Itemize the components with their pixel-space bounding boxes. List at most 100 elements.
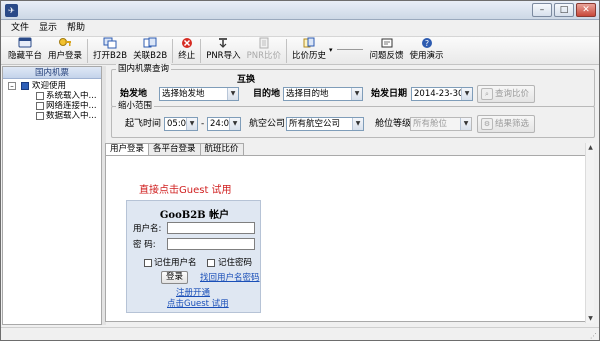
chevron-down-icon: ▼ — [352, 118, 363, 130]
query-compare-button[interactable]: ⌕ 查询比价 — [477, 85, 535, 103]
departure-time-label: 起飞时间 — [125, 119, 162, 129]
tree-root[interactable]: – 欢迎使用 — [3, 81, 101, 91]
filter-results-button[interactable]: ⚙ 结果筛选 — [477, 115, 535, 133]
hide-platform-icon — [18, 37, 32, 51]
tree-item-checkbox[interactable] — [36, 92, 44, 100]
from-label: 始发地 — [120, 89, 148, 99]
from-select[interactable]: 选择始发地 ▼ — [159, 87, 239, 101]
airline-select[interactable]: 所有航空公司 ▼ — [286, 117, 364, 131]
stop-button[interactable]: 终止 — [175, 37, 198, 64]
menu-file[interactable]: 文件 — [7, 21, 33, 36]
password-input[interactable] — [167, 238, 255, 250]
register-link[interactable]: 注册开通 — [176, 288, 210, 299]
help-demo-button[interactable]: ? 使用演示 — [407, 37, 447, 64]
toolbar-separator — [285, 39, 287, 63]
query-compare-label: 查询比价 — [495, 89, 530, 99]
app-window: ✈ – □ ✕ 文件 显示 帮助 隐藏平台 用户登录 打开B2B 关联B2B 终… — [0, 0, 600, 341]
tree-item-checkbox[interactable] — [36, 102, 44, 110]
filter-group: 缩小范围 起飞时间 05:00 ▼ - 24:00 ▼ 航空公司 所有航空公司 … — [111, 101, 595, 138]
menu-help[interactable]: 帮助 — [63, 21, 89, 36]
cabin-value: 所有舱位 — [413, 119, 448, 129]
menu-view[interactable]: 显示 — [35, 21, 61, 36]
swap-link[interactable]: 互换 — [237, 74, 255, 86]
time-to-select[interactable]: 24:00 ▼ — [207, 117, 241, 131]
cabin-select[interactable]: 所有舱位 ▼ — [410, 117, 472, 131]
main-tabs: 用户登录 各平台登录 航班比价 — [105, 143, 244, 156]
resize-grip-icon[interactable]: ⋰ — [590, 332, 597, 340]
chevron-down-icon: ▼ — [351, 88, 362, 100]
remember-pass-checkbox[interactable] — [207, 259, 215, 267]
key-icon — [58, 37, 72, 51]
date-value: 2014-23-30 — [414, 89, 464, 99]
menu-bar: 文件 显示 帮助 — [1, 21, 599, 36]
date-picker[interactable]: 2014-23-30 ▼ — [411, 87, 473, 101]
window-controls: – □ ✕ — [532, 3, 596, 17]
guest-prompt[interactable]: 直接点击Guest 试用 — [139, 181, 232, 196]
tree-item-label: 数据载入中... — [46, 111, 97, 121]
minimize-button[interactable]: – — [532, 3, 552, 17]
from-select-value: 选择始发地 — [162, 89, 205, 99]
chevron-down-icon: ▼ — [460, 118, 471, 130]
toolbar-separator — [87, 39, 89, 63]
pnr-compare-label: PNR比价 — [246, 51, 281, 61]
guest-trial-link[interactable]: 点击Guest 试用 — [167, 299, 229, 310]
close-button[interactable]: ✕ — [576, 3, 596, 17]
pnr-import-button[interactable]: PNR导入 — [203, 37, 243, 64]
tree-item[interactable]: 系统载入中... — [3, 91, 101, 101]
chevron-down-icon: ▼ — [229, 118, 240, 130]
chevron-down-icon: ▼ — [186, 118, 197, 130]
password-label: 密 码: — [133, 240, 156, 250]
stop-icon — [180, 37, 194, 51]
user-login-button[interactable]: 用户登录 — [45, 37, 85, 64]
tree-root-checkbox[interactable] — [21, 82, 29, 90]
sidebar-header[interactable]: 国内机票 — [3, 67, 101, 79]
open-b2b-button[interactable]: 打开B2B — [90, 37, 130, 64]
filter-icon: ⚙ — [481, 118, 493, 130]
chevron-down-icon[interactable]: ▾ — [329, 43, 333, 57]
feedback-label: 问题反馈 — [369, 51, 404, 61]
stop-label: 终止 — [178, 51, 196, 61]
to-label: 目的地 — [253, 89, 281, 99]
to-select[interactable]: 选择目的地 ▼ — [283, 87, 363, 101]
user-login-label: 用户登录 — [48, 51, 83, 61]
hide-platform-button[interactable]: 隐藏平台 — [5, 37, 45, 64]
compare-history-button[interactable]: 比价历史 — [289, 37, 329, 64]
toolbar-separator — [172, 39, 174, 63]
scroll-down-icon[interactable]: ▼ — [586, 314, 595, 323]
toolbar-separator — [200, 39, 202, 63]
filter-group-title: 缩小范围 — [116, 101, 155, 112]
link-b2b-button[interactable]: 关联B2B — [130, 37, 170, 64]
time-from-select[interactable]: 05:00 ▼ — [164, 117, 198, 131]
tab-flight-compare[interactable]: 航班比价 — [199, 143, 244, 155]
title-bar: ✈ – □ ✕ — [1, 1, 599, 20]
username-label: 用户名: — [133, 224, 162, 234]
tab-platform-login[interactable]: 各平台登录 — [148, 143, 201, 155]
remember-user-checkbox[interactable] — [144, 259, 152, 267]
tree-item-label: 系统载入中... — [46, 91, 97, 101]
to-select-value: 选择目的地 — [286, 89, 329, 99]
open-b2b-icon — [103, 37, 117, 51]
tree-item-label: 网络连接中... — [46, 101, 97, 111]
tree-item[interactable]: 网络连接中... — [3, 101, 101, 111]
tree-item-checkbox[interactable] — [36, 112, 44, 120]
svg-text:?: ? — [424, 39, 428, 48]
feedback-button[interactable]: 问题反馈 — [367, 37, 407, 64]
username-input[interactable] — [167, 222, 255, 234]
tree-collapse-icon[interactable]: – — [8, 82, 16, 90]
forgot-password-link[interactable]: 找回用户名密码 — [200, 273, 260, 284]
query-group-title: 国内机票查询 — [116, 64, 172, 75]
pnr-import-label: PNR导入 — [206, 51, 241, 61]
login-button[interactable]: 登录 — [161, 271, 189, 284]
toolbar-divider-line — [336, 49, 363, 50]
vertical-scrollbar[interactable]: ▲ ▼ — [585, 143, 594, 323]
chevron-down-icon: ▼ — [461, 88, 472, 100]
tree-item[interactable]: 数据载入中... — [3, 111, 101, 121]
scroll-up-icon[interactable]: ▲ — [586, 143, 595, 152]
date-label: 始发日期 — [371, 89, 408, 99]
maximize-button[interactable]: □ — [554, 3, 574, 17]
pnr-compare-button[interactable]: PNR比价 — [244, 37, 284, 64]
pnr-import-icon — [216, 37, 230, 51]
compare-history-label: 比价历史 — [291, 51, 326, 61]
feedback-icon — [380, 37, 394, 51]
time-separator: - — [201, 119, 205, 129]
